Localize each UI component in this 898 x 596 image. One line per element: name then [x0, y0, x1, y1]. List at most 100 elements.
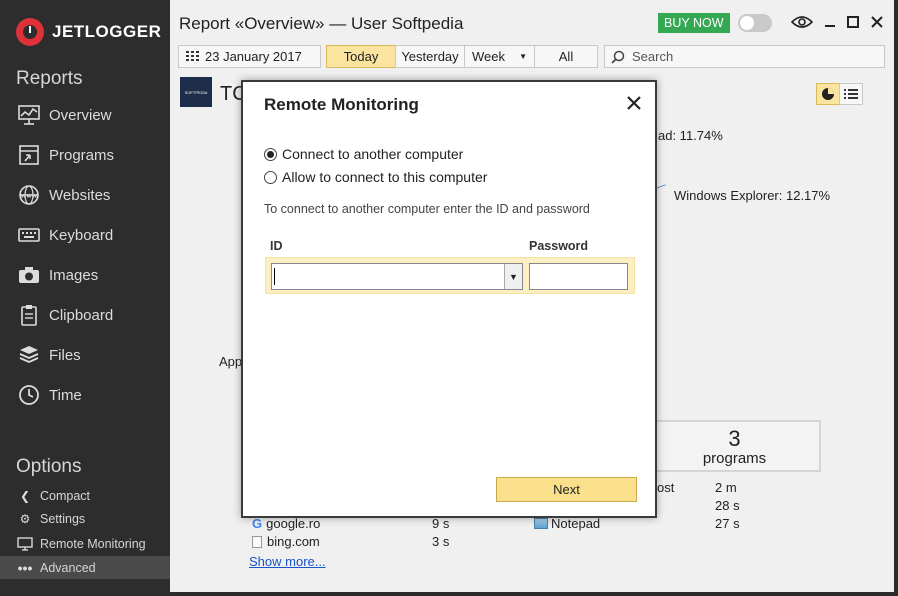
sidebar-option-settings[interactable]: ⚙ Settings — [16, 509, 170, 529]
close-icon[interactable] — [623, 92, 645, 114]
site-time: 9 s — [432, 516, 450, 531]
window-title: Report «Overview» — User Softpedia — [179, 14, 464, 33]
camera-icon — [16, 264, 42, 286]
pie-chart-icon — [822, 88, 834, 100]
site-name: google.ro — [266, 516, 321, 531]
sidebar-item-label: Images — [49, 266, 99, 284]
files-icon — [16, 344, 42, 366]
chevron-down-icon: ▼ — [519, 52, 527, 61]
id-label: ID — [270, 239, 283, 253]
notepad-icon — [534, 518, 548, 529]
minimize-icon[interactable] — [818, 11, 842, 33]
clock-icon — [16, 384, 42, 406]
remote-monitoring-dialog: Remote Monitoring Connect to another com… — [241, 80, 657, 518]
program-time: 2 m — [715, 480, 737, 495]
programs-icon — [16, 144, 42, 166]
sidebar-item-label: Websites — [49, 186, 111, 204]
list-item: Notepad — [534, 516, 600, 531]
today-button[interactable]: Today — [326, 45, 396, 68]
option-label: Remote Monitoring — [40, 537, 146, 551]
sidebar-item-clipboard[interactable]: Clipboard — [16, 302, 170, 328]
sidebar-item-keyboard[interactable]: Keyboard — [16, 222, 170, 248]
gear-icon: ⚙ — [19, 512, 31, 526]
options-section-title: Options — [16, 456, 82, 477]
radio-unchecked[interactable] — [264, 170, 277, 184]
sidebar-option-compact[interactable]: ❮ Compact — [16, 486, 170, 506]
week-dropdown[interactable]: Week ▼ — [464, 45, 535, 68]
svg-text:www: www — [21, 193, 38, 200]
programs-count: 3 — [728, 426, 741, 451]
legend-entry: ad: 11.74% — [658, 128, 723, 143]
more-icon: ••• — [17, 559, 33, 576]
sidebar-option-advanced[interactable]: ••• Advanced — [0, 556, 170, 579]
search-input[interactable]: Search — [604, 45, 885, 68]
list-icon — [844, 89, 858, 99]
list-view-button[interactable] — [839, 83, 863, 105]
credentials-fields: ▼ — [265, 257, 635, 294]
programs-count-label: programs — [702, 450, 767, 467]
sidebar-item-label: Files — [49, 346, 81, 364]
logo-text: JETLOGGER — [52, 22, 162, 41]
date-toolbar: 23 January 2017 Today Yesterday Week ▼ A… — [178, 45, 598, 68]
list-item: G google.ro — [252, 516, 320, 531]
sidebar-item-time[interactable]: Time — [16, 382, 170, 408]
maximize-icon[interactable] — [841, 11, 865, 33]
site-name: bing.com — [267, 534, 320, 549]
password-field[interactable] — [529, 263, 628, 290]
search-placeholder: Search — [632, 49, 674, 64]
globe-icon: www — [16, 184, 42, 206]
chart-icon — [16, 104, 42, 126]
date-label: 23 January 2017 — [205, 49, 302, 64]
allow-radio-option[interactable]: Allow to connect to this computer — [264, 169, 487, 185]
pie-view-button[interactable] — [816, 83, 840, 105]
radio-label: Connect to another computer — [282, 146, 464, 162]
next-button[interactable]: Next — [496, 477, 637, 502]
page-icon — [252, 535, 262, 548]
clipboard-icon — [16, 304, 42, 326]
legend-entry: Windows Explorer: 12.17% — [674, 188, 831, 203]
id-combobox[interactable]: ▼ — [271, 263, 523, 290]
close-window-icon[interactable] — [865, 11, 889, 33]
keyboard-icon — [16, 224, 42, 246]
program-time: 27 s — [715, 516, 740, 531]
apps-label: App — [219, 354, 243, 369]
sidebar-item-images[interactable]: Images — [16, 262, 170, 288]
radio-checked[interactable] — [264, 147, 277, 161]
date-picker[interactable]: 23 January 2017 — [178, 45, 321, 68]
reports-section-title: Reports — [16, 68, 83, 89]
dialog-hint: To connect to another computer enter the… — [264, 202, 590, 216]
all-button[interactable]: All — [534, 45, 598, 68]
sidebar-item-programs[interactable]: Programs — [16, 142, 170, 168]
program-name: ost — [657, 480, 675, 495]
view-switcher — [816, 83, 863, 105]
google-icon: G — [252, 516, 263, 531]
site-time: 3 s — [432, 534, 450, 549]
calendar-icon — [186, 51, 199, 62]
yesterday-button[interactable]: Yesterday — [395, 45, 465, 68]
program-name: Notepad — [551, 516, 601, 531]
mode-toggle[interactable] — [738, 14, 772, 32]
sidebar-item-overview[interactable]: Overview — [16, 102, 170, 128]
sidebar-item-websites[interactable]: www Websites — [16, 182, 170, 208]
monitor-icon — [16, 536, 34, 552]
sidebar: JETLOGGER Reports Overview Programs www … — [0, 0, 170, 596]
buy-now-button[interactable]: BUY NOW — [658, 13, 730, 33]
sidebar-item-label: Programs — [49, 146, 115, 164]
show-more-link[interactable]: Show more... — [249, 554, 326, 569]
sidebar-item-label: Time — [49, 386, 82, 404]
radio-label: Allow to connect to this computer — [282, 169, 488, 185]
sidebar-item-files[interactable]: Files — [16, 342, 170, 368]
dialog-title: Remote Monitoring — [264, 95, 419, 114]
chevron-left-icon: ❮ — [19, 489, 31, 503]
sidebar-item-label: Overview — [49, 106, 112, 124]
search-icon — [611, 50, 625, 64]
sidebar-item-label: Clipboard — [49, 306, 114, 324]
dropdown-arrow-icon[interactable]: ▼ — [504, 264, 522, 289]
list-item: bing.com — [252, 534, 320, 549]
connect-radio-option[interactable]: Connect to another computer — [264, 146, 463, 162]
eye-icon[interactable] — [790, 11, 814, 33]
text-caret — [274, 268, 275, 285]
program-time: 28 s — [715, 498, 740, 513]
sidebar-option-remote-monitoring[interactable]: Remote Monitoring — [16, 534, 170, 554]
app-logo: JETLOGGER — [16, 18, 161, 46]
